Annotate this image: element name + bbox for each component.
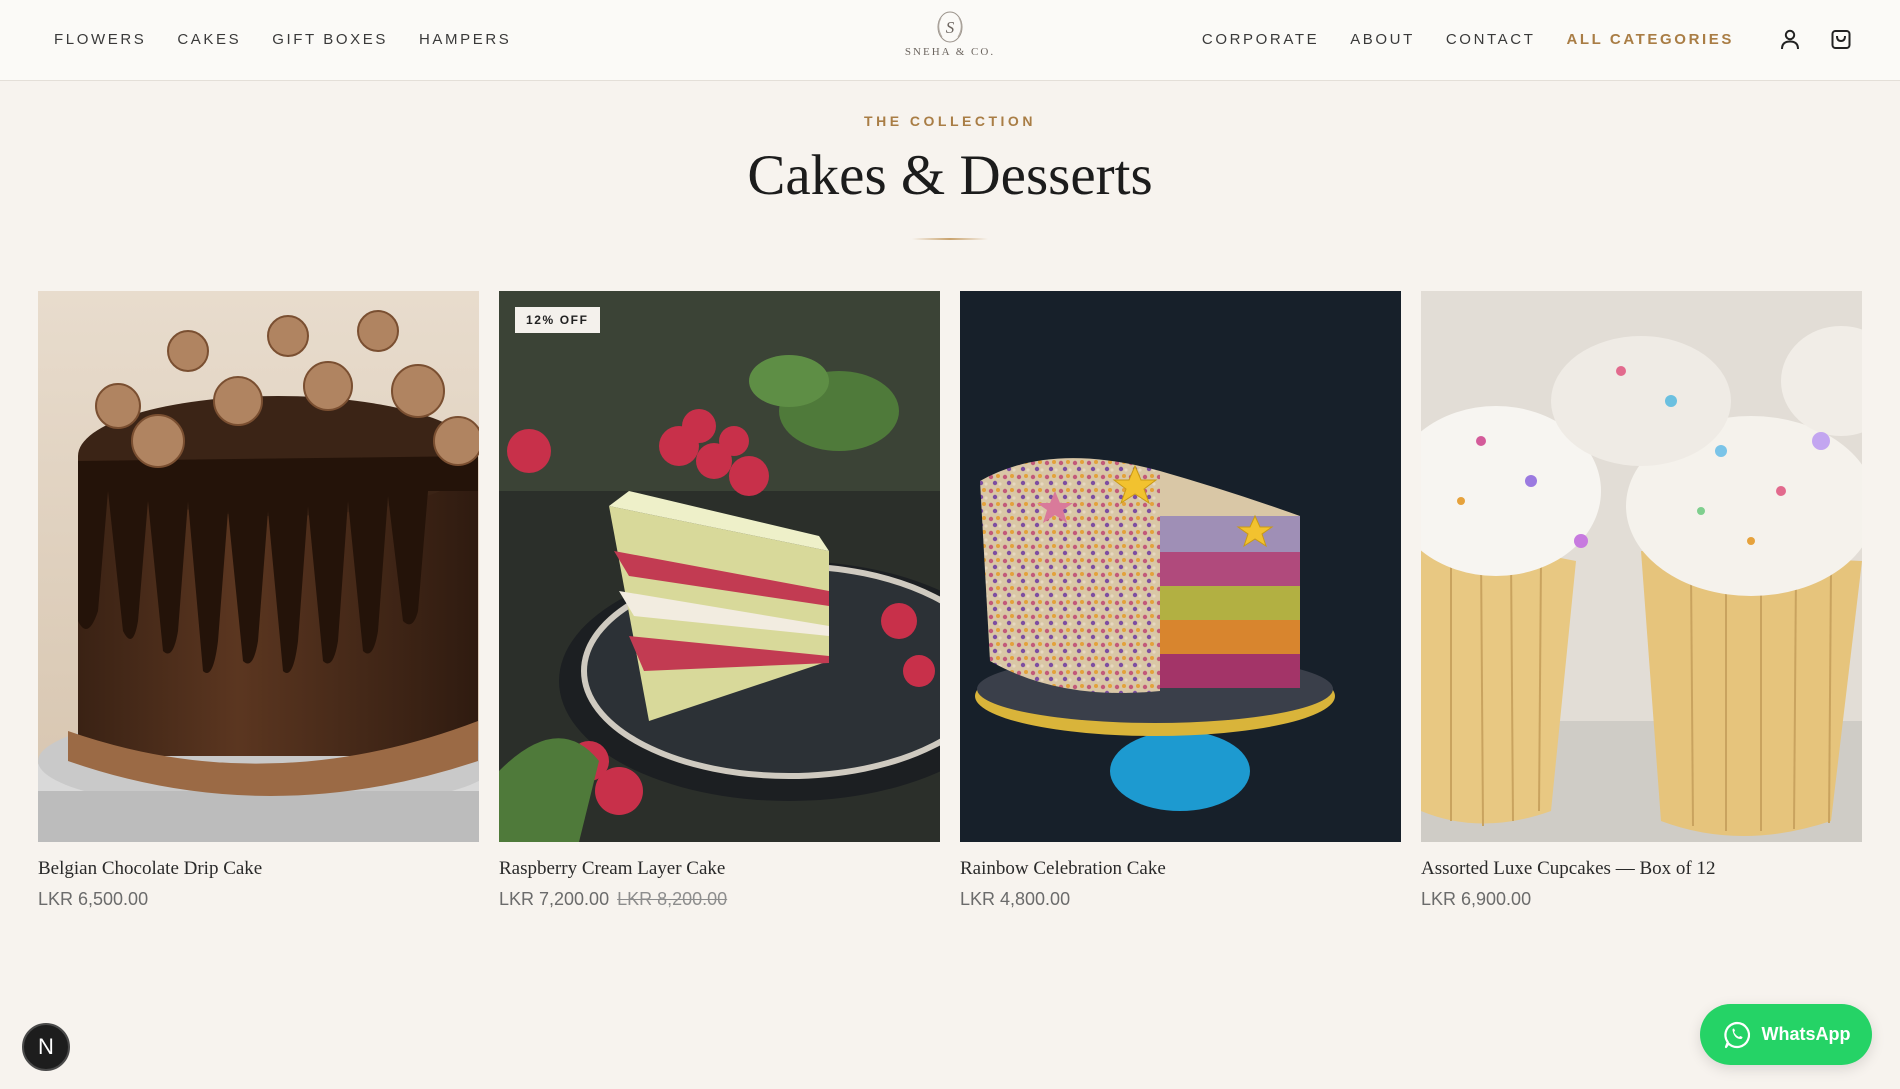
user-icon: [1781, 29, 1799, 50]
account-button[interactable]: [1775, 24, 1805, 54]
dev-tools-badge[interactable]: N: [22, 1023, 70, 1071]
discount-badge: 12% OFF: [515, 307, 600, 333]
product-image[interactable]: [38, 291, 479, 842]
primary-nav-right: CORPORATE ABOUT CONTACT ALL CATEGORIES: [1202, 0, 1734, 78]
brand-name: SNEHA & CO.: [904, 46, 996, 58]
nav-link-flowers[interactable]: FLOWERS: [54, 31, 146, 48]
whatsapp-icon: [1723, 1021, 1750, 1048]
cart-button[interactable]: [1826, 24, 1856, 54]
current-price: LKR 6,500.00: [38, 889, 149, 909]
monogram-icon: S: [937, 11, 963, 43]
title-divider: [912, 238, 988, 240]
nav-link-cakes[interactable]: CAKES: [177, 31, 241, 48]
product-name[interactable]: Rainbow Celebration Cake: [960, 858, 1401, 880]
primary-nav-left: FLOWERS CAKES GIFT BOXES HAMPERS: [54, 0, 511, 78]
brand-logo[interactable]: S SNEHA & CO.: [895, 10, 1005, 70]
site-header: FLOWERS CAKES GIFT BOXES HAMPERS S SNEHA…: [0, 0, 1900, 81]
product-image[interactable]: [1421, 291, 1862, 842]
current-price: LKR 7,200.00: [499, 889, 610, 909]
product-price: LKR 6,900.00: [1421, 889, 1862, 910]
product-name[interactable]: Assorted Luxe Cupcakes — Box of 12: [1421, 858, 1862, 880]
shopping-bag-icon: [1831, 30, 1851, 49]
current-price: LKR 6,900.00: [1421, 889, 1532, 909]
product-card[interactable]: 12% OFF Raspberry Cream Layer Cake LKR 7…: [499, 291, 940, 910]
nav-link-contact[interactable]: CONTACT: [1446, 31, 1536, 48]
product-name[interactable]: Raspberry Cream Layer Cake: [499, 858, 940, 880]
nav-link-about[interactable]: ABOUT: [1350, 31, 1415, 48]
product-name[interactable]: Belgian Chocolate Drip Cake: [38, 858, 479, 880]
nav-link-all-categories[interactable]: ALL CATEGORIES: [1566, 31, 1734, 48]
whatsapp-button[interactable]: WhatsApp: [1700, 1004, 1872, 1065]
product-card[interactable]: Belgian Chocolate Drip Cake LKR 6,500.00: [38, 291, 479, 910]
collection-eyebrow: THE COLLECTION: [864, 113, 1036, 129]
product-card[interactable]: Assorted Luxe Cupcakes — Box of 12 LKR 6…: [1421, 291, 1862, 910]
nav-link-corporate[interactable]: CORPORATE: [1202, 31, 1319, 48]
whatsapp-label: WhatsApp: [1761, 1024, 1851, 1044]
svg-text:S: S: [946, 18, 955, 37]
product-image[interactable]: [960, 291, 1401, 842]
product-card[interactable]: Rainbow Celebration Cake LKR 4,800.00: [960, 291, 1401, 910]
product-price: LKR 4,800.00: [960, 889, 1401, 910]
page-title: Cakes & Desserts: [747, 144, 1153, 207]
product-price: LKR 6,500.00: [38, 889, 479, 910]
nav-link-hampers[interactable]: HAMPERS: [419, 31, 511, 48]
current-price: LKR 4,800.00: [960, 889, 1071, 909]
product-price: LKR 7,200.00 LKR 8,200.00: [499, 889, 940, 910]
original-price: LKR 8,200.00: [617, 889, 728, 909]
nav-link-gift-boxes[interactable]: GIFT BOXES: [272, 31, 388, 48]
product-image[interactable]: 12% OFF: [499, 291, 940, 842]
